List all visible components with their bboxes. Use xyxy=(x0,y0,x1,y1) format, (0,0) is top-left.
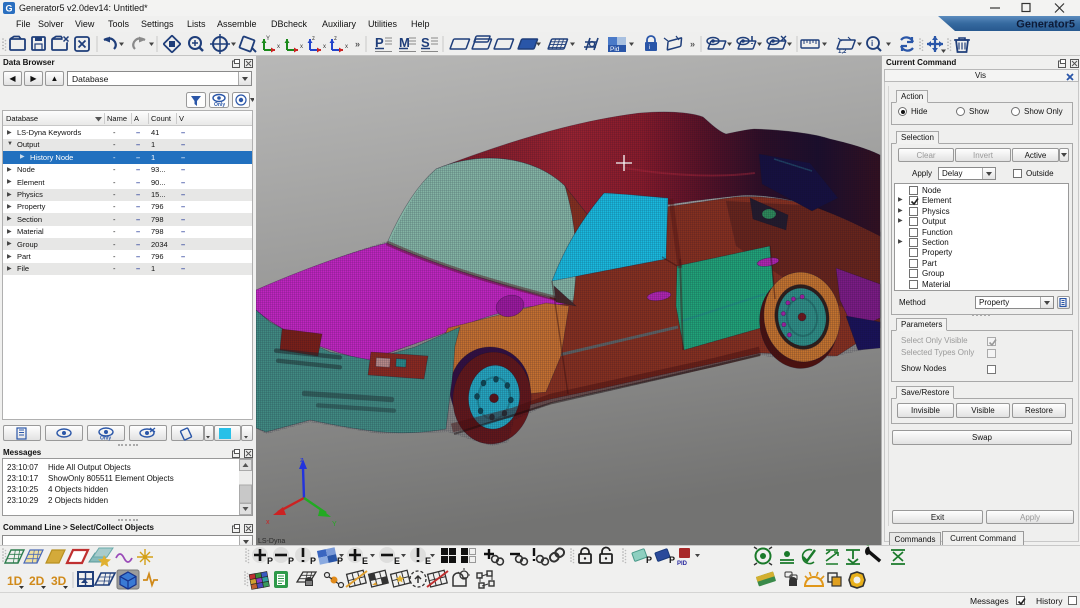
svg-text:x: x xyxy=(266,519,270,526)
svg-text:Only: Only xyxy=(214,102,225,108)
svg-text:3D: 3D xyxy=(51,574,67,588)
svg-text:Y: Y xyxy=(266,36,270,42)
svg-text:i: i xyxy=(871,39,873,48)
svg-text:Y: Y xyxy=(332,521,337,528)
svg-text:x: x xyxy=(323,44,326,50)
svg-text:Generator5: Generator5 xyxy=(1016,19,1075,31)
svg-text:P: P xyxy=(669,555,675,565)
svg-text:x: x xyxy=(277,44,280,50)
svg-text:P: P xyxy=(267,556,273,566)
svg-text:LS-Dyna: LS-Dyna xyxy=(258,538,285,545)
svg-text:E: E xyxy=(362,556,368,566)
svg-text:E: E xyxy=(425,556,431,566)
svg-text:PID: PID xyxy=(677,561,688,567)
svg-text:Pid: Pid xyxy=(610,46,620,53)
svg-text:»: » xyxy=(355,39,360,49)
svg-text:P: P xyxy=(337,556,343,566)
svg-text:P: P xyxy=(288,556,294,566)
svg-text:x: x xyxy=(300,44,303,50)
svg-text:G: G xyxy=(5,4,12,14)
svg-text:P: P xyxy=(646,555,652,565)
svg-text:z: z xyxy=(300,457,304,464)
svg-text:»: » xyxy=(690,39,695,49)
svg-text:i: i xyxy=(649,45,650,51)
svg-text:x: x xyxy=(345,44,348,50)
svg-text:z: z xyxy=(334,36,337,42)
svg-text:1D: 1D xyxy=(7,574,23,588)
svg-text:2D: 2D xyxy=(29,574,45,588)
svg-text:E: E xyxy=(394,556,400,566)
svg-text:P: P xyxy=(310,556,316,566)
svg-text:z: z xyxy=(312,36,315,42)
svg-text:Only: Only xyxy=(100,436,111,442)
